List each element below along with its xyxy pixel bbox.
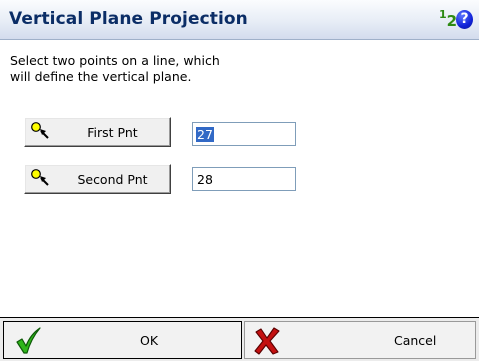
cancel-label: Cancel	[394, 333, 437, 348]
ok-button[interactable]: OK	[3, 321, 242, 359]
ok-label: OK	[140, 333, 159, 348]
cross-icon	[254, 327, 280, 355]
cancel-button[interactable]: Cancel	[244, 321, 476, 359]
first-point-value: 27	[196, 127, 214, 142]
first-point-field[interactable]: 27	[192, 122, 296, 146]
dialog-title: Vertical Plane Projection	[9, 9, 248, 29]
second-point-label: Second Pnt	[77, 172, 148, 187]
second-point-value: 28	[197, 172, 213, 187]
footer-bar: OK Cancel	[0, 317, 479, 361]
first-point-button[interactable]: First Pnt	[24, 117, 171, 147]
instruction-line-2: will define the vertical plane.	[10, 69, 192, 84]
checkmark-icon	[16, 327, 41, 354]
point-pick-icon	[31, 122, 49, 139]
second-point-button[interactable]: Second Pnt	[24, 164, 171, 194]
instruction-line-1: Select two points on a line, which	[10, 53, 220, 68]
help-question-icon[interactable]: ?	[456, 10, 473, 29]
second-point-field[interactable]: 28	[192, 167, 296, 191]
title-bar: Vertical Plane Projection 123 ?	[0, 0, 479, 40]
first-point-label: First Pnt	[87, 125, 138, 140]
instruction-text: Select two points on a line, which will …	[10, 53, 310, 85]
point-pick-icon	[31, 169, 49, 186]
